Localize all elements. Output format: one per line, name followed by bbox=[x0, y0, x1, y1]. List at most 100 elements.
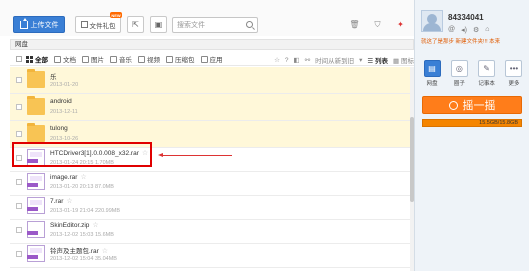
file-gift-button[interactable]: 文件礼包 bbox=[75, 16, 121, 33]
category-label: 视频 bbox=[147, 57, 160, 64]
image-button[interactable]: ▣ bbox=[150, 16, 167, 33]
category-label: 压缩包 bbox=[175, 57, 195, 64]
user-icons: @ ◂) ⚙ ⌂ bbox=[448, 26, 489, 34]
storage-quota-bar: 15.5GB/15.8GB bbox=[422, 119, 522, 127]
icon-view-label: 图标 bbox=[401, 58, 414, 65]
file-name[interactable]: 铃声及主题包.rar ☆ bbox=[50, 245, 108, 255]
upload-file-button[interactable]: 上传文件 bbox=[13, 16, 65, 33]
link-icon[interactable]: ⚯ bbox=[305, 56, 310, 64]
shake-label: 摇一摇 bbox=[462, 100, 496, 112]
share-button[interactable]: ⇱ bbox=[127, 16, 144, 33]
category-all[interactable]: 全部 bbox=[26, 54, 48, 64]
file-name[interactable]: SkinEditor.zip ☆ bbox=[50, 221, 99, 229]
help-icon[interactable]: ? bbox=[285, 57, 289, 64]
app-icon bbox=[200, 55, 208, 63]
file-name[interactable]: tulong bbox=[50, 125, 68, 132]
row-checkbox[interactable] bbox=[16, 203, 22, 209]
folder-icon bbox=[27, 69, 45, 88]
delete-icon[interactable]: 🗑 bbox=[349, 20, 359, 29]
speaker-icon[interactable]: ◂) bbox=[461, 26, 467, 34]
search-input[interactable] bbox=[173, 18, 243, 32]
star-icon[interactable]: ☆ bbox=[66, 198, 72, 205]
star-icon[interactable]: ☆ bbox=[92, 222, 98, 229]
user-id: 84334041 bbox=[448, 13, 484, 22]
share-icon: ⇱ bbox=[132, 20, 139, 29]
file-row[interactable]: 铃声及主题包.rar ☆ 2013-12-02 15:04 35.04MB bbox=[10, 241, 410, 268]
category-archives[interactable]: 压缩包 bbox=[166, 54, 195, 64]
file-meta: 2013-12-02 15:03 15.6MB bbox=[50, 232, 114, 238]
rar-file-icon bbox=[27, 173, 45, 190]
row-checkbox[interactable] bbox=[16, 131, 22, 137]
at-icon[interactable]: @ bbox=[448, 26, 455, 34]
file-row[interactable]: 乐 2013-01-20 bbox=[10, 67, 410, 94]
row-checkbox[interactable] bbox=[16, 227, 22, 233]
category-images[interactable]: 图片 bbox=[82, 54, 104, 64]
image-icon: ▣ bbox=[154, 20, 163, 29]
file-name[interactable]: 乐 bbox=[50, 71, 57, 81]
star-icon[interactable]: ☆ bbox=[102, 248, 108, 255]
tab-disk[interactable]: ▤ 网盘 bbox=[421, 60, 443, 87]
shake-button[interactable]: 摇一摇 bbox=[422, 96, 522, 114]
category-label: 应用 bbox=[209, 57, 223, 64]
music-icon bbox=[110, 55, 117, 63]
annotation-arrow bbox=[158, 153, 232, 157]
list-view-button[interactable]: ☰ 列表 bbox=[367, 55, 388, 65]
gear-icon[interactable]: ⚙ bbox=[473, 26, 479, 34]
list-controls: ☆ ? ◧ ⚯ 时间从新到旧 ▾ ☰ 列表 ▦ 图标 bbox=[274, 55, 414, 66]
file-meta: 2013-01-20 20:13 87.0MB bbox=[50, 184, 114, 190]
folder-icon bbox=[27, 123, 45, 142]
file-row[interactable]: 7.rar ☆ 2013-01-19 21:04 220.99MB bbox=[10, 193, 410, 220]
upload-label: 上传文件 bbox=[30, 21, 59, 29]
avatar-body bbox=[423, 23, 441, 31]
tag-icon[interactable]: ◧ bbox=[294, 56, 300, 64]
user-panel: 84334041 @ ◂) ⚙ ⌂ 就这了是那步 新建文件夹!!! 本来 ▤ 网… bbox=[414, 0, 529, 271]
sort-dropdown[interactable]: 时间从新到旧 bbox=[315, 55, 354, 65]
highlight-box bbox=[12, 142, 152, 167]
breadcrumb[interactable]: 网盘 bbox=[10, 39, 414, 50]
file-name[interactable]: android bbox=[50, 98, 72, 105]
file-row[interactable]: image.rar ☆ 2013-01-20 20:13 87.0MB bbox=[10, 169, 410, 196]
file-name-text: image.rar bbox=[50, 174, 78, 181]
search-box bbox=[172, 17, 258, 33]
category-music[interactable]: 音乐 bbox=[110, 54, 132, 64]
file-row[interactable]: SkinEditor.zip ☆ 2013-12-02 15:03 15.6MB bbox=[10, 217, 410, 244]
storage-quota-text: 15.5GB/15.8GB bbox=[479, 120, 518, 126]
file-meta: 2013-12-11 bbox=[50, 109, 78, 115]
category-bar: 全部 文档 图片 音乐 视频 压缩包 应用 ☆ ? ◧ ⚯ 时间从新到旧 ▾ ☰… bbox=[10, 53, 414, 66]
star-filter-icon[interactable]: ☆ bbox=[274, 56, 280, 64]
row-checkbox[interactable] bbox=[16, 104, 22, 110]
category-label: 图片 bbox=[91, 57, 104, 64]
home-icon[interactable]: ⌂ bbox=[485, 26, 489, 34]
rar-file-icon bbox=[27, 245, 45, 262]
more-icon: ••• bbox=[505, 60, 523, 77]
side-tab-label: 圈子 bbox=[453, 81, 465, 87]
file-meta: 2013-01-19 21:04 220.99MB bbox=[50, 208, 121, 214]
avatar[interactable] bbox=[421, 10, 443, 32]
icon-view-button[interactable]: ▦ 图标 bbox=[393, 55, 414, 65]
side-tab-label: 网盘 bbox=[426, 81, 438, 87]
star-icon[interactable]: ☆ bbox=[80, 174, 86, 181]
search-icon[interactable] bbox=[246, 21, 253, 28]
category-documents[interactable]: 文档 bbox=[54, 54, 76, 64]
tab-circle[interactable]: ◎ 圈子 bbox=[448, 60, 470, 87]
row-checkbox[interactable] bbox=[16, 251, 22, 257]
shield-icon[interactable]: ⛉ bbox=[373, 20, 382, 29]
circle-icon: ◎ bbox=[450, 60, 468, 77]
notepad-icon: ✎ bbox=[478, 60, 496, 77]
side-tab-label: 更多 bbox=[508, 81, 520, 87]
category-label: 全部 bbox=[35, 57, 48, 64]
chevron-down-icon: ▾ bbox=[359, 57, 363, 64]
disk-icon: ▤ bbox=[423, 60, 441, 77]
gift-box-icon[interactable]: ✦ bbox=[396, 20, 405, 29]
select-all-checkbox[interactable] bbox=[16, 56, 22, 62]
category-apps[interactable]: 应用 bbox=[200, 54, 223, 64]
file-name[interactable]: 7.rar ☆ bbox=[50, 197, 73, 205]
tab-more[interactable]: ••• 更多 bbox=[503, 60, 525, 87]
category-video[interactable]: 视频 bbox=[138, 54, 160, 64]
tab-notepad[interactable]: ✎ 记事本 bbox=[476, 60, 498, 87]
user-promo[interactable]: 就这了是那步 新建文件夹!!! 本来 bbox=[421, 37, 500, 45]
row-checkbox[interactable] bbox=[16, 77, 22, 83]
file-name[interactable]: image.rar ☆ bbox=[50, 173, 87, 181]
file-row[interactable]: android 2013-12-11 bbox=[10, 94, 410, 121]
row-checkbox[interactable] bbox=[16, 179, 22, 185]
